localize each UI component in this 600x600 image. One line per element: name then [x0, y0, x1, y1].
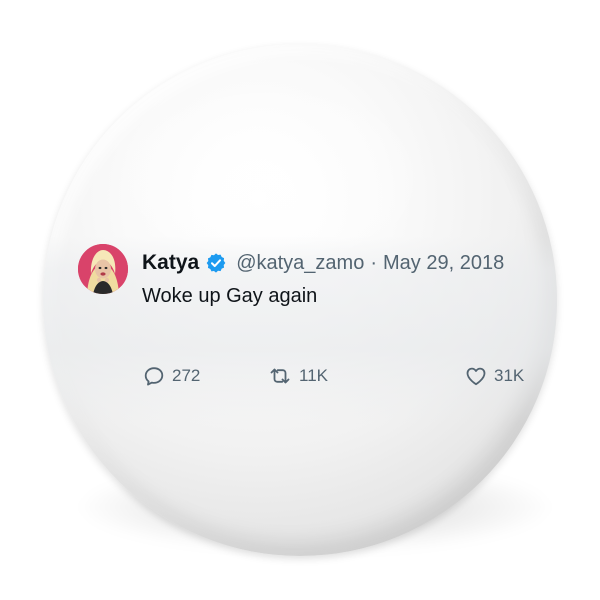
retweet-icon [270, 368, 290, 384]
retweet-button: 11K [267, 362, 328, 390]
display-name: Katya [142, 251, 200, 274]
avatar [78, 244, 128, 294]
pin-button: Katya @katya_zamo · May 29, 2018 Woke up… [43, 44, 557, 556]
heart-icon [466, 367, 486, 386]
tweet-actions: 272 11K 31K [142, 362, 524, 390]
reply-button: 272 [142, 362, 200, 390]
verified-badge-icon [205, 252, 227, 274]
avatar-portrait-icon [78, 244, 128, 294]
tweet-header: Katya @katya_zamo · May 29, 2018 [142, 249, 504, 277]
reply-count: 272 [172, 366, 201, 385]
like-button: 31K [464, 362, 524, 390]
tweet-date: May 29, 2018 [383, 251, 505, 274]
product-image: Katya @katya_zamo · May 29, 2018 Woke up… [0, 0, 600, 600]
retweet-count: 11K [299, 366, 328, 385]
header-separator: · [370, 251, 378, 274]
user-handle: @katya_zamo [236, 251, 365, 274]
reply-icon [144, 367, 164, 386]
like-count: 31K [494, 366, 525, 385]
tweet-text: Woke up Gay again [142, 285, 318, 307]
